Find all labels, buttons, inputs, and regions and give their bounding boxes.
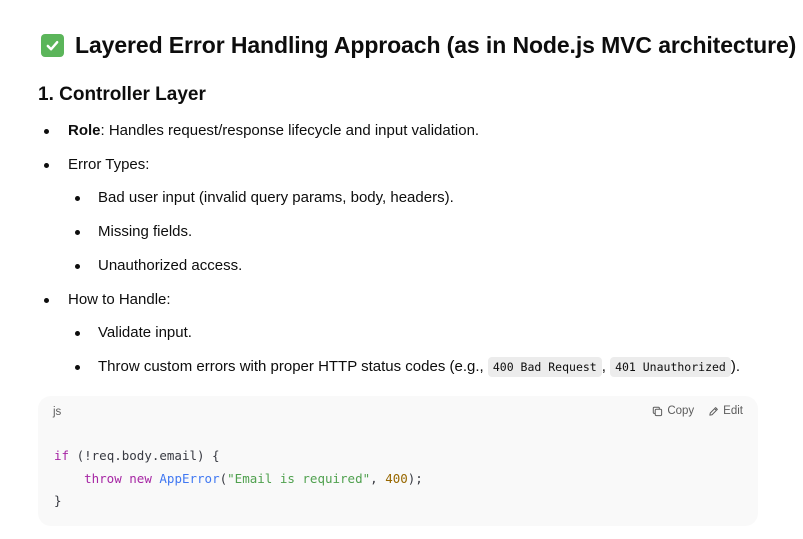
list-item: Bad user input (invalid query params, bo… — [98, 189, 454, 206]
bullet — [75, 365, 80, 370]
edit-label: Edit — [723, 405, 743, 417]
list-item-text: Throw custom errors with proper HTTP sta… — [98, 358, 488, 375]
bullet — [75, 230, 80, 235]
check-mark-button-icon — [41, 33, 64, 57]
bullet — [75, 196, 80, 201]
pencil-icon — [709, 406, 719, 416]
section-heading: Layered Error Handling Approach (as in N… — [41, 30, 796, 60]
role-label: Role — [68, 122, 101, 139]
error-types-label: Error Types: — [68, 156, 150, 173]
inline-code: 401 Unauthorized — [610, 357, 731, 377]
bullet — [44, 298, 49, 303]
code-language-label: js — [53, 406, 62, 418]
bullet — [75, 264, 80, 269]
list-item: Throw custom errors with proper HTTP sta… — [98, 357, 740, 377]
code-content: if (!req.body.email) { throw new AppErro… — [54, 445, 423, 513]
list-item: Missing fields. — [98, 223, 193, 240]
bullet — [44, 163, 49, 168]
list-item-role: Role: Handles request/response lifecycle… — [68, 121, 479, 141]
code-line-1: if (!req.body.email) { — [54, 448, 220, 463]
code-block: js Copy Edit if (!req.body.email) { thro… — [38, 396, 758, 526]
code-line-2: throw new AppError("Email is required", … — [84, 470, 423, 486]
list-item: Validate input. — [98, 324, 192, 341]
bullet — [75, 331, 80, 336]
copy-icon — [653, 406, 663, 416]
bullet — [44, 129, 49, 134]
list-item-how-to-handle: How to Handle: — [68, 290, 171, 310]
inline-code: 400 Bad Request — [487, 357, 602, 377]
list-item-error-types: Error Types: — [68, 155, 149, 175]
list-item-text: ). — [730, 358, 741, 375]
list-item: Unauthorized access. — [98, 257, 243, 274]
list-item-text: , — [601, 358, 611, 375]
edit-button[interactable]: Edit — [708, 405, 743, 417]
code-actions: Copy Edit — [652, 405, 743, 417]
copy-button[interactable]: Copy — [652, 405, 694, 417]
code-line-3: } — [54, 493, 62, 508]
copy-label: Copy — [667, 405, 695, 417]
how-to-handle-label: How to Handle: — [68, 291, 171, 308]
heading-text: Layered Error Handling Approach (as in N… — [75, 31, 797, 58]
subsection-title: 1. Controller Layer — [38, 84, 206, 105]
role-text: : Handles request/response lifecycle and… — [100, 122, 480, 139]
